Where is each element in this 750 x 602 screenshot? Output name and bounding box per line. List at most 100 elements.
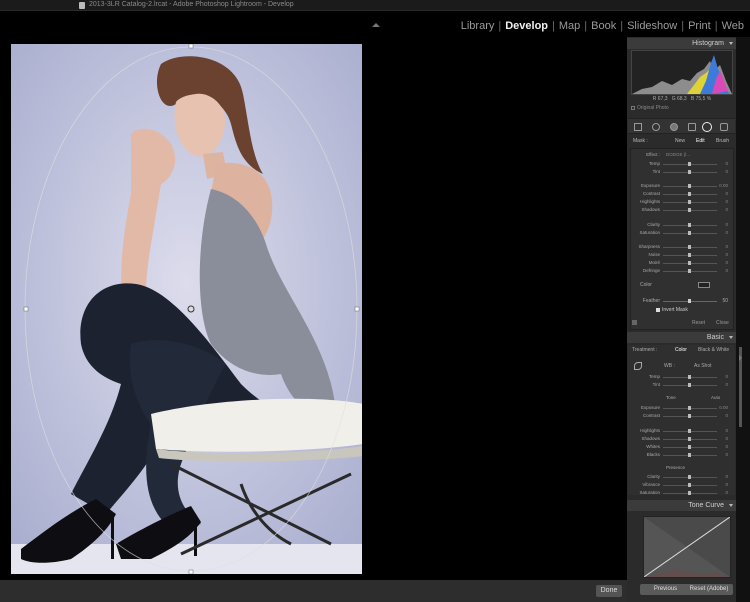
mask-slider-knob[interactable] [688, 223, 691, 227]
module-web[interactable]: Web [722, 20, 744, 32]
basic-row-value: 0 [725, 413, 728, 418]
window-title: 2013-3LR Catalog-2.lrcat - Adobe Photosh… [89, 1, 294, 8]
basic-row-value: 0.00 [719, 405, 728, 410]
mask-slider-knob[interactable] [688, 192, 691, 196]
collapse-triangle-icon[interactable] [729, 42, 733, 45]
basic-slider-knob[interactable] [688, 429, 691, 433]
basic-row[interactable]: Vibrance 0 [632, 482, 732, 489]
basic-row[interactable]: Clarity 0 [632, 474, 732, 481]
graduated-filter-icon[interactable] [688, 123, 696, 131]
mask-row[interactable]: Sharpness 0 [632, 244, 732, 251]
tone-curve-graph[interactable] [643, 516, 731, 578]
mask-close-button[interactable]: Close [716, 320, 729, 326]
original-photo-toggle[interactable]: Original Photo [631, 105, 669, 111]
module-print[interactable]: Print [688, 20, 711, 32]
mask-row[interactable]: Saturation 0 [632, 230, 732, 237]
collapse-triangle-icon[interactable] [729, 504, 733, 507]
reset-adobe-button[interactable]: Reset (Adobe) [685, 584, 733, 595]
crop-tool-icon[interactable] [634, 123, 642, 131]
module-library[interactable]: Library [461, 20, 495, 32]
spot-removal-icon[interactable] [652, 123, 660, 131]
basic-slider-knob[interactable] [688, 475, 691, 479]
tone-curve-header[interactable]: Tone Curve [627, 500, 736, 511]
mask-slider-knob[interactable] [688, 200, 691, 204]
photo-canvas[interactable] [11, 44, 362, 574]
mask-slider-knob[interactable] [688, 261, 691, 265]
mask-edit-button[interactable]: Edit [696, 138, 705, 144]
invert-mask-checkbox[interactable] [656, 307, 660, 312]
mask-row[interactable]: Moiré 0 [632, 260, 732, 267]
mask-row[interactable]: Contrast 0 [632, 191, 732, 198]
adjustment-brush-icon[interactable] [720, 123, 728, 131]
basic-slider-knob[interactable] [688, 375, 691, 379]
module-map[interactable]: Map [559, 20, 580, 32]
basic-slider-knob[interactable] [688, 414, 691, 418]
mask-row[interactable]: Exposure 0.00 [632, 183, 732, 190]
mask-color-swatch[interactable] [698, 282, 710, 288]
basic-slider-knob[interactable] [688, 483, 691, 487]
basic-row[interactable]: Whites 0 [632, 444, 732, 451]
basic-slider-knob[interactable] [688, 383, 691, 387]
basic-row[interactable]: Shadows 0 [632, 436, 732, 443]
radial-filter-icon[interactable] [702, 122, 712, 132]
basic-header[interactable]: Basic [627, 332, 736, 343]
basic-slider-knob[interactable] [688, 453, 691, 457]
invert-mask-toggle[interactable]: Invert Mask [656, 307, 688, 313]
basic-row[interactable]: Temp 0 [632, 374, 732, 381]
tone-auto-button[interactable]: Auto [711, 395, 720, 400]
mask-switch-icon[interactable] [632, 320, 637, 325]
mask-row[interactable]: Noise 0 [632, 252, 732, 259]
done-button[interactable]: Done [596, 585, 622, 597]
b-label: B [690, 96, 695, 102]
basic-row[interactable]: Contrast 0 [632, 413, 732, 420]
previous-button[interactable]: Previous [640, 584, 691, 595]
module-slideshow[interactable]: Slideshow [627, 20, 677, 32]
basic-slider-knob[interactable] [688, 445, 691, 449]
mask-slider-knob[interactable] [688, 162, 691, 166]
red-eye-icon[interactable] [670, 123, 678, 131]
original-photo-checkbox[interactable] [631, 105, 635, 110]
basic-row[interactable]: Saturation 0 [632, 490, 732, 497]
feather-row[interactable]: Feather 50 [632, 298, 732, 305]
basic-slider-knob[interactable] [688, 406, 691, 410]
mask-row[interactable]: Highlights 0 [632, 199, 732, 206]
mask-row[interactable]: Temp 0 [632, 161, 732, 168]
top-panel-toggle-icon[interactable] [372, 23, 380, 27]
mask-new-button[interactable]: New [675, 138, 685, 144]
wb-select[interactable]: As Shot [694, 363, 712, 369]
mask-row-value: 0 [725, 268, 728, 273]
basic-row[interactable]: Tint 0 [632, 382, 732, 389]
mask-reset-button[interactable]: Reset [692, 320, 705, 326]
mask-slider-knob[interactable] [688, 231, 691, 235]
histogram-header[interactable]: Histogram [627, 38, 736, 49]
mask-slider-knob[interactable] [688, 184, 691, 188]
module-book[interactable]: Book [591, 20, 616, 32]
basic-slider-knob[interactable] [688, 437, 691, 441]
basic-row[interactable]: Blacks 0 [632, 452, 732, 459]
effect-preset-row[interactable]: Effect : DODGE (l... [632, 152, 732, 159]
treatment-color-button[interactable]: Color [675, 347, 687, 353]
mask-slider-knob[interactable] [688, 170, 691, 174]
collapse-triangle-icon[interactable] [729, 336, 733, 339]
module-develop[interactable]: Develop [505, 20, 548, 32]
mask-slider-knob[interactable] [688, 269, 691, 273]
mask-row[interactable]: Defringe 0 [632, 268, 732, 275]
effect-preset-select[interactable]: DODGE (l... [666, 152, 690, 157]
mask-reset-close-row: Reset Close [628, 320, 735, 328]
mask-slider-knob[interactable] [688, 253, 691, 257]
mask-row[interactable]: Clarity 0 [632, 222, 732, 229]
mask-slider-knob[interactable] [688, 245, 691, 249]
mask-row[interactable]: Tint 0 [632, 169, 732, 176]
basic-row[interactable]: Exposure 0.00 [632, 405, 732, 412]
basic-slider-knob[interactable] [688, 491, 691, 495]
mask-slider-knob[interactable] [688, 208, 691, 212]
tone-curve-plot [643, 516, 731, 578]
basic-row[interactable]: Highlights 0 [632, 428, 732, 435]
mask-row[interactable]: Shadows 0 [632, 207, 732, 214]
mask-brush-button[interactable]: Brush [716, 138, 729, 144]
treatment-bw-button[interactable]: Black & White [698, 347, 729, 353]
panel-collapse-arrow-icon[interactable] [739, 355, 742, 361]
feather-knob[interactable] [688, 299, 691, 303]
wb-eyedropper-icon[interactable] [634, 362, 642, 370]
panel-scrollbar[interactable] [736, 37, 750, 602]
